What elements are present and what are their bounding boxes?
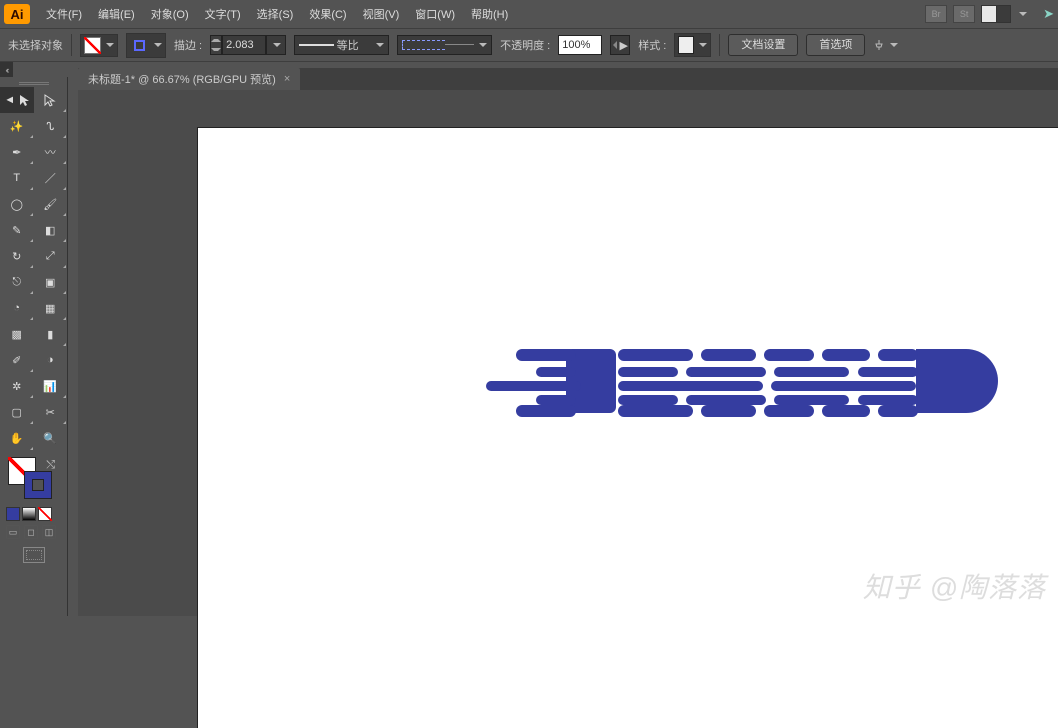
stroke-label: 描边 : [174, 37, 202, 53]
menu-select[interactable]: 选择(S) [249, 2, 302, 26]
menu-view[interactable]: 视图(V) [355, 2, 408, 26]
menu-bar: Ai 文件(F) 编辑(E) 对象(O) 文字(T) 选择(S) 效果(C) 视… [0, 0, 1058, 28]
menu-type[interactable]: 文字(T) [197, 2, 249, 26]
artwork-shape [486, 345, 1006, 417]
magic-wand-tool[interactable]: ✨ [0, 113, 34, 139]
profile-icon [402, 38, 474, 52]
search-icon[interactable]: ➤ [1043, 6, 1054, 22]
artboard-tool[interactable]: ▢ [0, 399, 34, 425]
preferences-button[interactable]: 首选项 [806, 34, 865, 56]
shaper-tool[interactable]: ✎ [0, 217, 34, 243]
chevron-down-icon [106, 43, 114, 47]
artboard[interactable] [198, 128, 1058, 728]
opacity-dropdown[interactable]: ▶ [610, 35, 630, 55]
stock-button[interactable]: St [953, 5, 975, 23]
graphic-style[interactable] [674, 33, 711, 57]
document-tab-title: 未标题-1* @ 66.67% (RGB/GPU 预览) [88, 71, 276, 87]
eraser-tool[interactable]: ◧ [34, 217, 68, 243]
swatch-color[interactable] [6, 507, 20, 521]
stroke-color-icon [130, 36, 149, 55]
slice-tool[interactable]: ✂ [34, 399, 68, 425]
lasso-tool[interactable]: ᔐ [34, 113, 68, 139]
chevron-down-icon [376, 43, 384, 47]
hand-tool[interactable]: ✋ [0, 425, 34, 451]
control-bar: 未选择对象 描边 : 2.083 等比 不透明度 : 100% ▶ 样式 : 文… [0, 28, 1058, 62]
menu-object[interactable]: 对象(O) [143, 2, 197, 26]
bridge-button[interactable]: Br [925, 5, 947, 23]
rotate-tool[interactable]: ↻ [0, 243, 34, 269]
zoom-tool[interactable]: 🔍 [34, 425, 68, 451]
shape-builder-tool[interactable]: ◔ [0, 295, 34, 321]
draw-normal-icon[interactable]: ▭ [6, 525, 20, 539]
scale-tool[interactable]: ⤢ [34, 243, 68, 269]
swap-fill-stroke-icon[interactable]: ⤭ [46, 459, 55, 472]
close-tab-icon[interactable]: × [284, 73, 290, 85]
watermark: 知乎 @陶落落 [863, 566, 1046, 606]
stroke-color-icon[interactable] [24, 471, 52, 499]
swatch-none[interactable] [38, 507, 52, 521]
line-segment-tool[interactable]: ／ [34, 165, 68, 191]
fill-swatch[interactable] [80, 34, 118, 57]
column-graph-tool[interactable]: 📊 [34, 373, 68, 399]
draw-behind-icon[interactable]: ◻ [24, 525, 38, 539]
draw-modes: ▭ ◻ ◫ [0, 523, 67, 541]
eyedropper-tool[interactable]: ✐ [0, 347, 34, 373]
screen-mode-button[interactable] [23, 547, 45, 563]
panel-collapse-button[interactable]: ‹‹ [0, 62, 13, 77]
stroke-width-dropdown[interactable] [266, 35, 286, 55]
dash-label: 等比 [337, 37, 372, 53]
gradient-tool[interactable]: ▮ [34, 321, 68, 347]
align-pin-button[interactable] [873, 39, 898, 51]
chevron-down-icon [154, 43, 162, 47]
swatch-gradient[interactable] [22, 507, 36, 521]
curvature-tool[interactable]: 〰 [34, 139, 68, 165]
workspace-switcher[interactable] [981, 5, 1011, 23]
mesh-tool[interactable]: ▩ [0, 321, 34, 347]
menu-help[interactable]: 帮助(H) [463, 2, 516, 26]
brush-definition[interactable] [397, 35, 492, 55]
selection-status: 未选择对象 [8, 37, 63, 53]
style-label: 样式 : [638, 37, 666, 53]
none-fill-icon [84, 37, 101, 54]
stroke-width-stepper[interactable]: 2.083 [210, 35, 286, 55]
document-tabs: 未标题-1* @ 66.67% (RGB/GPU 预览) × [78, 68, 1058, 90]
free-transform-tool[interactable]: ▣ [34, 269, 68, 295]
width-tool[interactable]: ⎋ [0, 269, 34, 295]
chevron-down-icon [890, 43, 898, 47]
style-swatch-icon [678, 36, 694, 54]
app-icon: Ai [4, 4, 30, 24]
ellipse-tool[interactable]: ◯ [0, 191, 34, 217]
perspective-grid-tool[interactable]: ▦ [34, 295, 68, 321]
chevron-down-icon[interactable] [1019, 12, 1027, 16]
paintbrush-tool[interactable]: 🖌 [34, 191, 68, 217]
direct-selection-tool[interactable] [34, 87, 68, 113]
type-tool[interactable]: T [0, 165, 34, 191]
document-tab[interactable]: 未标题-1* @ 66.67% (RGB/GPU 预览) × [78, 68, 300, 90]
tools-panel: ◄ ✨ ᔐ ✒ 〰 T ／ ◯ 🖌 ✎ ◧ ↻ ⤢ ⎋ ▣ ◔ ▦ ▩ ▮ ✐ … [0, 77, 68, 616]
line-weight-icon [299, 44, 334, 46]
color-mode-row [0, 505, 67, 523]
panel-grip[interactable] [0, 79, 67, 87]
stroke-swatch[interactable] [126, 33, 166, 58]
symbol-sprayer-tool[interactable]: ✲ [0, 373, 34, 399]
chevron-down-icon [479, 43, 487, 47]
menu-file[interactable]: 文件(F) [38, 2, 90, 26]
fill-stroke-control[interactable]: ⤭ [6, 457, 61, 503]
menu-window[interactable]: 窗口(W) [407, 2, 463, 26]
canvas-area[interactable]: 知乎 @陶落落 [78, 90, 1058, 616]
draw-inside-icon[interactable]: ◫ [42, 525, 56, 539]
pen-tool[interactable]: ✒ [0, 139, 34, 165]
stroke-width-field[interactable]: 2.083 [222, 35, 266, 55]
menu-edit[interactable]: 编辑(E) [90, 2, 143, 26]
selection-tool[interactable]: ◄ [0, 87, 34, 113]
variable-width-profile[interactable]: 等比 [294, 35, 389, 55]
blend-tool[interactable]: ◑ [34, 347, 68, 373]
opacity-field[interactable]: 100% [558, 35, 602, 55]
opacity-label: 不透明度 : [500, 37, 550, 53]
menu-effect[interactable]: 效果(C) [301, 2, 354, 26]
document-setup-button[interactable]: 文档设置 [728, 34, 798, 56]
chevron-down-icon [699, 43, 707, 47]
